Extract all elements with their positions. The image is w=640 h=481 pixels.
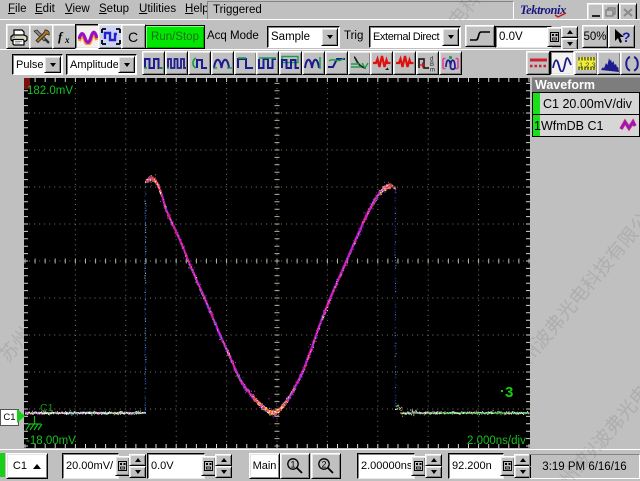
svg-text:182.0mV: 182.0mV	[27, 85, 73, 97]
svg-text:C: C	[128, 29, 138, 45]
svg-text:f: f	[58, 29, 64, 44]
svg-text:1 2 3: 1 2 3	[579, 60, 596, 69]
svg-text:?: ?	[622, 29, 631, 45]
svg-text:x: x	[64, 35, 70, 45]
svg-text:2: 2	[322, 460, 327, 470]
svg-text:1: 1	[291, 460, 296, 470]
svg-text:C1: C1	[40, 402, 54, 414]
svg-text:2.000ns/div: 2.000ns/div	[467, 435, 526, 447]
svg-text:3: 3	[505, 384, 513, 401]
svg-text:m: m	[430, 68, 435, 73]
svg-text:-18.00mV: -18.00mV	[26, 435, 76, 447]
